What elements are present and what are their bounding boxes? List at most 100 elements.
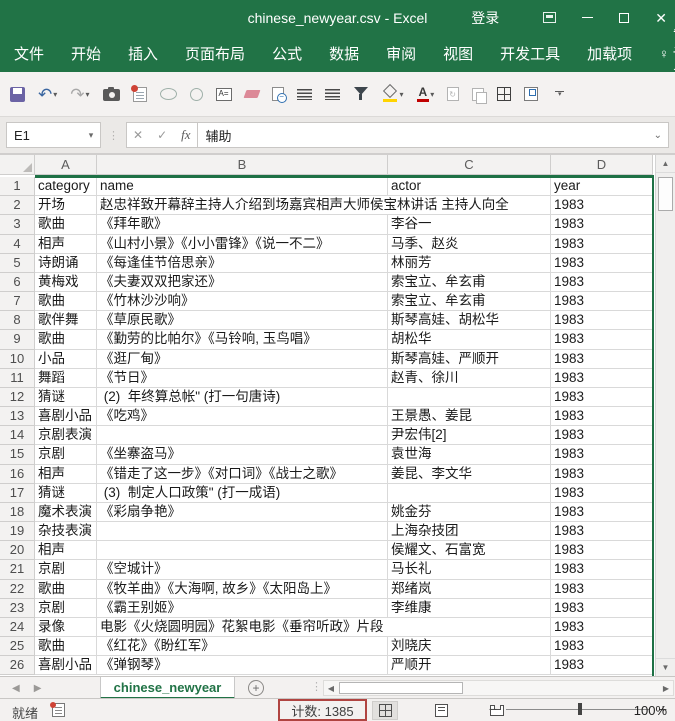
cell[interactable]: 《牧羊曲》《大海啊, 故乡》《太阳岛上》 <box>97 580 388 599</box>
cell[interactable]: 1983 <box>551 273 653 292</box>
cell[interactable]: 《吃鸡》 <box>97 407 388 426</box>
cell[interactable]: 1983 <box>551 484 653 503</box>
cell[interactable]: 1983 <box>551 330 653 349</box>
row-header[interactable]: 11 <box>0 369 35 388</box>
scroll-down-icon[interactable]: ▼ <box>656 658 675 676</box>
add-sheet-icon[interactable]: + <box>248 680 264 696</box>
cell[interactable]: 《彩扇争艳》 <box>97 503 388 522</box>
row-header[interactable]: 21 <box>0 560 35 579</box>
name-box[interactable]: E1 ▾ <box>6 122 101 148</box>
cell[interactable]: 姜昆、李文华 <box>388 465 551 484</box>
cell[interactable]: 歌曲 <box>35 330 97 349</box>
cell[interactable]: 《节日》 <box>97 369 388 388</box>
cell[interactable]: 《红花》《盼红军》 <box>97 637 388 656</box>
cell[interactable]: 魔术表演 <box>35 503 97 522</box>
ribbon-tab-1[interactable]: 文件 <box>14 43 44 64</box>
row-header[interactable]: 18 <box>0 503 35 522</box>
cell[interactable]: 姚金芬 <box>388 503 551 522</box>
cell[interactable]: 《逛厂甸》 <box>97 350 388 369</box>
cell[interactable]: 《坐寨盗马》 <box>97 445 388 464</box>
ribbon-tab-2[interactable]: 开始 <box>71 43 101 64</box>
cell[interactable]: 《弹钢琴》 <box>97 656 388 675</box>
save-icon[interactable] <box>10 87 25 102</box>
ribbon-tab-9[interactable]: 开发工具 <box>500 43 560 64</box>
maximize-icon[interactable] <box>619 13 629 23</box>
eraser-icon[interactable] <box>245 90 259 98</box>
cell[interactable]: 《拜年歌》 <box>97 215 388 234</box>
select-all-corner[interactable] <box>0 155 35 175</box>
record-macro-icon[interactable] <box>133 87 147 102</box>
cell[interactable]: 《每逢佳节倍思亲》 <box>97 254 388 273</box>
cell[interactable]: 袁世海 <box>388 445 551 464</box>
vertical-scrollbar-thumb[interactable] <box>658 177 673 211</box>
cell[interactable]: 李维康 <box>388 599 551 618</box>
cell[interactable]: 喜剧小品 <box>35 656 97 675</box>
cell[interactable]: 刘晓庆 <box>388 637 551 656</box>
cell[interactable] <box>97 522 388 541</box>
borders-icon[interactable] <box>497 87 511 101</box>
cell[interactable]: 郑绪岚 <box>388 580 551 599</box>
row-header[interactable]: 23 <box>0 599 35 618</box>
cell[interactable]: year <box>551 177 653 196</box>
cell[interactable]: 1983 <box>551 369 653 388</box>
ribbon-tab-3[interactable]: 插入 <box>128 43 158 64</box>
row-header[interactable]: 25 <box>0 637 35 656</box>
normal-view-button[interactable] <box>372 701 398 720</box>
cell[interactable]: 歌曲 <box>35 215 97 234</box>
align-left-icon[interactable] <box>325 89 340 100</box>
cell[interactable]: 马长礼 <box>388 560 551 579</box>
cell[interactable]: 1983 <box>551 599 653 618</box>
cell[interactable]: 胡松华 <box>388 330 551 349</box>
cell[interactable] <box>97 541 388 560</box>
row-header[interactable]: 10 <box>0 350 35 369</box>
sign-in-link[interactable]: 登录 <box>471 8 499 28</box>
cell[interactable] <box>388 484 551 503</box>
cell[interactable]: (3) 制定人口政策" (打一成语) <box>97 484 388 503</box>
row-header[interactable]: 3 <box>0 215 35 234</box>
refresh-document-icon[interactable] <box>447 87 459 101</box>
cell[interactable]: 歌曲 <box>35 637 97 656</box>
cell[interactable]: 京剧 <box>35 560 97 579</box>
insert-cells-icon[interactable] <box>524 87 538 101</box>
row-header[interactable]: 24 <box>0 618 35 637</box>
fill-color-icon-dropdown[interactable]: ▾ <box>400 90 404 99</box>
row-header[interactable]: 14 <box>0 426 35 445</box>
cell[interactable]: 1983 <box>551 292 653 311</box>
cell[interactable]: 1983 <box>551 350 653 369</box>
enter-formula-icon[interactable]: ✓ <box>157 128 167 142</box>
sheet-tab-chinese-newyear[interactable]: chinese_newyear <box>100 677 235 699</box>
row-header[interactable]: 26 <box>0 656 35 675</box>
cell[interactable]: 京剧表演 <box>35 426 97 445</box>
font-color-icon-dropdown[interactable]: ▾ <box>430 90 434 99</box>
filter-icon[interactable] <box>353 87 369 101</box>
cell[interactable]: 猜谜 <box>35 388 97 407</box>
cell[interactable]: 1983 <box>551 618 653 637</box>
cell[interactable]: 1983 <box>551 426 653 445</box>
cell[interactable]: 歌曲 <box>35 292 97 311</box>
cell[interactable]: 相声 <box>35 541 97 560</box>
cell[interactable]: 1983 <box>551 254 653 273</box>
row-header[interactable]: 6 <box>0 273 35 292</box>
cell[interactable]: 1983 <box>551 215 653 234</box>
row-header[interactable]: 1 <box>0 177 35 196</box>
cell[interactable]: category <box>35 177 97 196</box>
cell[interactable]: 赵忠祥致开幕辞主持人介绍到场嘉宾相声大师侯宝林讲话 主持人向全 <box>97 196 551 215</box>
row-header[interactable]: 15 <box>0 445 35 464</box>
cell[interactable]: 1983 <box>551 388 653 407</box>
cell[interactable]: 相声 <box>35 235 97 254</box>
cell[interactable]: 1983 <box>551 311 653 330</box>
cell[interactable]: 1983 <box>551 541 653 560</box>
ribbon-tab-10[interactable]: 加载项 <box>587 43 632 64</box>
ribbon-tab-7[interactable]: 审阅 <box>386 43 416 64</box>
macro-record-icon[interactable] <box>52 703 65 717</box>
zoom-out-icon[interactable]: − <box>487 702 499 716</box>
fill-color-icon[interactable]: ▾ <box>382 86 404 102</box>
undo-icon-dropdown[interactable]: ▾ <box>53 90 57 99</box>
redo-icon-dropdown[interactable]: ▾ <box>86 90 90 99</box>
insert-function-icon[interactable]: fx <box>181 127 190 143</box>
column-header-A[interactable]: A <box>35 155 97 175</box>
cell[interactable]: 电影《火烧圆明园》花絮电影《垂帘听政》片段 <box>97 618 551 637</box>
cell[interactable]: 斯琴高娃、严顺开 <box>388 350 551 369</box>
page-layout-view-button[interactable] <box>428 701 454 720</box>
cell[interactable]: 录像 <box>35 618 97 637</box>
